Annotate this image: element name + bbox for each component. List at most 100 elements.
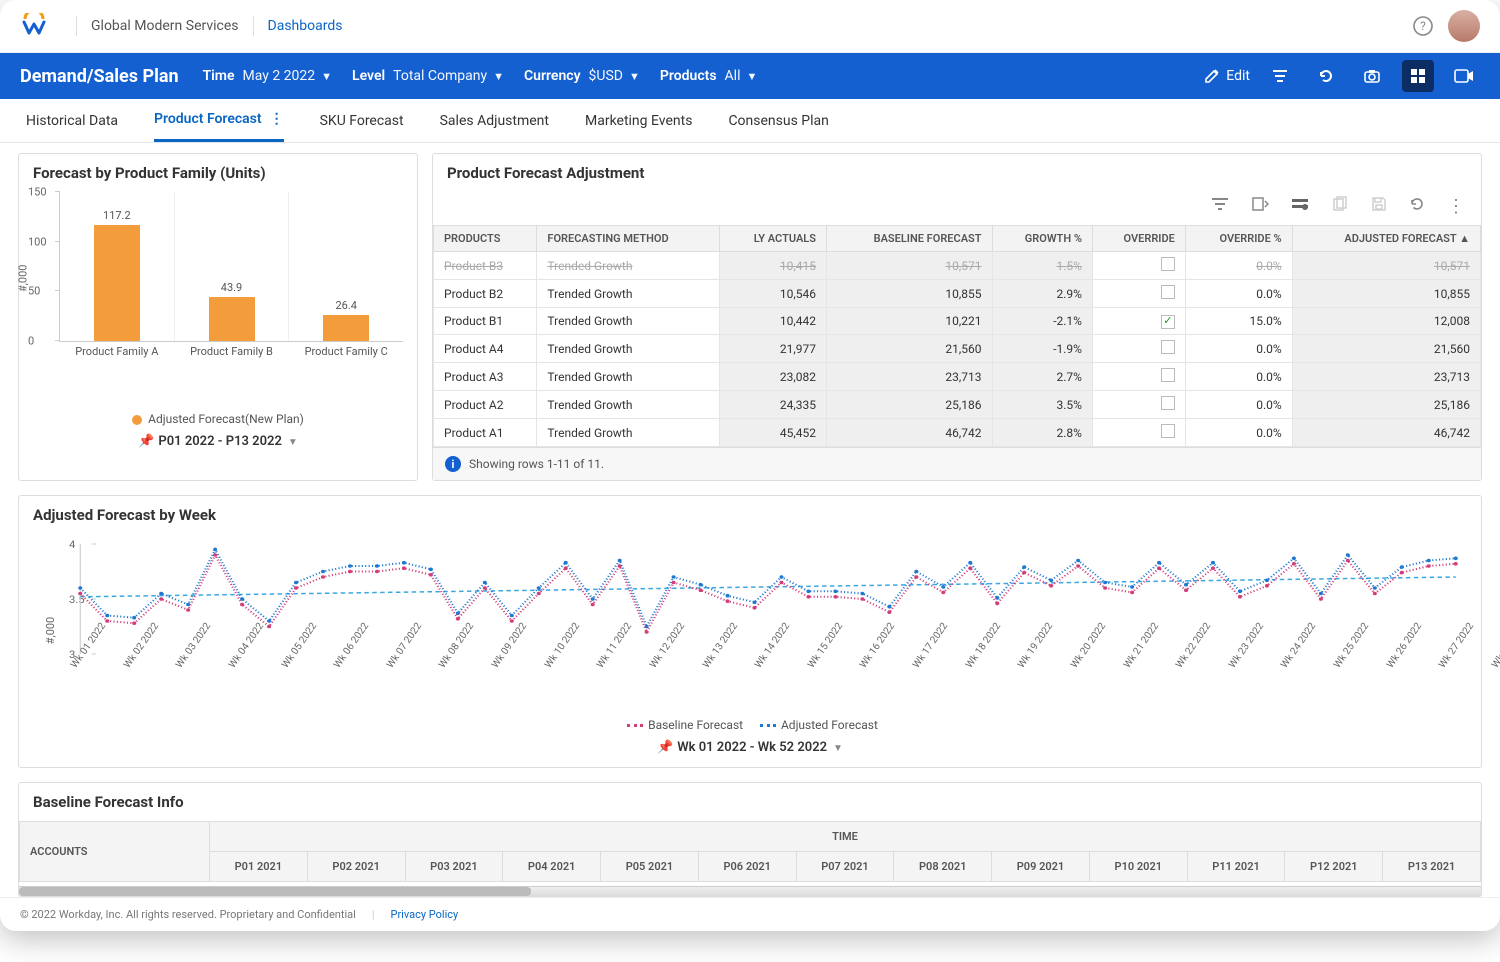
- override-checkbox[interactable]: [1161, 424, 1175, 438]
- table-row[interactable]: Product B2Trended Growth10,54610,8552.9%…: [434, 280, 1481, 308]
- period-header[interactable]: P05 2021: [601, 852, 699, 882]
- column-header[interactable]: OVERRIDE: [1092, 226, 1185, 252]
- adjustment-table[interactable]: PRODUCTSFORECASTING METHODLY ACTUALSBASE…: [433, 225, 1481, 447]
- filter-level-value[interactable]: Total Company: [393, 68, 487, 84]
- tab-marketing-events[interactable]: Marketing Events: [585, 99, 692, 142]
- bar-column[interactable]: 43.9Product Family B: [175, 192, 290, 341]
- svg-text:4: 4: [69, 539, 75, 551]
- column-header[interactable]: ADJUSTED FORECAST ▲: [1292, 226, 1480, 252]
- override-checkbox[interactable]: [1161, 285, 1175, 299]
- tab-sales-adjustment[interactable]: Sales Adjustment: [440, 99, 549, 142]
- table-settings-icon[interactable]: [1291, 196, 1309, 217]
- period-header[interactable]: P06 2021: [698, 852, 796, 882]
- period-header[interactable]: P09 2021: [992, 852, 1090, 882]
- filter-time-label: Time: [203, 68, 235, 84]
- refresh-icon[interactable]: [1310, 60, 1342, 92]
- period-header[interactable]: P12 2021: [1285, 852, 1383, 882]
- table-row[interactable]: Product B3Trended Growth10,41510,5711.5%…: [434, 252, 1481, 280]
- avatar[interactable]: [1448, 10, 1480, 42]
- chevron-down-icon[interactable]: ▼: [746, 70, 757, 83]
- tab-more-icon[interactable]: ⋮: [270, 111, 284, 127]
- svg-text:?: ?: [1420, 19, 1426, 33]
- dashboards-link[interactable]: Dashboards: [268, 18, 343, 34]
- bar-legend: Adjusted Forecast(New Plan): [19, 412, 417, 426]
- column-header[interactable]: FORECASTING METHOD: [537, 226, 720, 252]
- table-copy-icon[interactable]: [1331, 196, 1349, 217]
- table-row[interactable]: Product A4Trended Growth21,97721,560-1.9…: [434, 335, 1481, 363]
- override-checkbox[interactable]: [1161, 257, 1175, 271]
- bar-chart: 050100150117.2Product Family A43.9Produc…: [59, 192, 403, 342]
- filter-level-label: Level: [352, 68, 385, 84]
- edit-label: Edit: [1226, 68, 1250, 84]
- grid-view-icon[interactable]: [1402, 60, 1434, 92]
- page-title: Demand/Sales Plan: [20, 66, 179, 87]
- period-header[interactable]: P10 2021: [1089, 852, 1187, 882]
- period-header[interactable]: P13 2021: [1383, 852, 1481, 882]
- bar-period[interactable]: P01 2022 - P13 2022: [158, 434, 282, 449]
- override-checkbox[interactable]: [1161, 340, 1175, 354]
- period-header[interactable]: P02 2021: [307, 852, 405, 882]
- weekly-forecast-title: Adjusted Forecast by Week: [19, 496, 1481, 534]
- table-row[interactable]: Product A3Trended Growth23,08223,7132.7%…: [434, 363, 1481, 391]
- filter-currency-value[interactable]: $USD: [589, 68, 623, 84]
- legend-baseline: Baseline Forecast: [648, 718, 743, 732]
- chevron-down-icon[interactable]: ▼: [629, 70, 640, 83]
- bar-column[interactable]: 117.2Product Family A: [60, 192, 175, 341]
- column-header[interactable]: BASELINE FORECAST: [826, 226, 992, 252]
- baseline-info-card: Baseline Forecast Info ACCOUNTSTIMEP01 2…: [18, 782, 1482, 897]
- app-logo[interactable]: [20, 12, 48, 40]
- column-header[interactable]: PRODUCTS: [434, 226, 537, 252]
- table-row[interactable]: Product B1Trended Growth10,44210,221-2.1…: [434, 308, 1481, 335]
- chevron-down-icon[interactable]: ▼: [833, 743, 843, 754]
- info-icon: i: [445, 456, 461, 472]
- baseline-info-table[interactable]: ACCOUNTSTIMEP01 2021P02 2021P03 2021P04 …: [19, 821, 1481, 882]
- table-row[interactable]: Product A2Trended Growth24,33525,1863.5%…: [434, 391, 1481, 419]
- copyright-text: © 2022 Workday, Inc. All rights reserved…: [20, 908, 356, 921]
- override-checkbox[interactable]: [1161, 315, 1175, 329]
- filter-time-value[interactable]: May 2 2022: [243, 68, 316, 84]
- tab-product-forecast[interactable]: Product Forecast⋮: [154, 99, 284, 142]
- tab-historical-data[interactable]: Historical Data: [26, 99, 118, 142]
- horizontal-scrollbar[interactable]: [19, 886, 1481, 896]
- chevron-down-icon[interactable]: ▼: [288, 437, 298, 448]
- forecast-family-title: Forecast by Product Family (Units): [19, 154, 417, 192]
- table-export-icon[interactable]: [1251, 196, 1269, 217]
- column-header[interactable]: OVERRIDE %: [1185, 226, 1292, 252]
- chevron-down-icon[interactable]: ▼: [493, 70, 504, 83]
- company-name: Global Modern Services: [91, 18, 239, 34]
- period-header[interactable]: P03 2021: [405, 852, 503, 882]
- table-save-icon[interactable]: [1371, 196, 1387, 217]
- privacy-link[interactable]: Privacy Policy: [391, 908, 459, 921]
- time-header: TIME: [210, 822, 1481, 852]
- tab-consensus-plan[interactable]: Consensus Plan: [728, 99, 828, 142]
- filter-icon[interactable]: [1264, 60, 1296, 92]
- present-icon[interactable]: [1448, 60, 1480, 92]
- adjustment-title: Product Forecast Adjustment: [433, 154, 1481, 192]
- pin-icon[interactable]: 📌: [657, 740, 673, 755]
- help-icon[interactable]: ?: [1412, 15, 1434, 37]
- bar-column[interactable]: 26.4Product Family C: [289, 192, 403, 341]
- edit-button[interactable]: Edit: [1204, 68, 1250, 84]
- period-header[interactable]: P07 2021: [796, 852, 894, 882]
- override-checkbox[interactable]: [1161, 368, 1175, 382]
- period-header[interactable]: P08 2021: [894, 852, 992, 882]
- forecast-family-card: Forecast by Product Family (Units) #,000…: [18, 153, 418, 481]
- camera-icon[interactable]: [1356, 60, 1388, 92]
- line-period[interactable]: Wk 01 2022 - Wk 52 2022: [677, 740, 827, 755]
- table-footer-text: Showing rows 1-11 of 11.: [469, 457, 604, 471]
- period-header[interactable]: P04 2021: [503, 852, 601, 882]
- table-filter-icon[interactable]: [1211, 196, 1229, 217]
- filter-products-value[interactable]: All: [725, 68, 741, 84]
- period-header[interactable]: P01 2021: [210, 852, 308, 882]
- table-refresh-icon[interactable]: [1409, 196, 1425, 217]
- override-checkbox[interactable]: [1161, 396, 1175, 410]
- period-header[interactable]: P11 2021: [1187, 852, 1285, 882]
- legend-adjusted: Adjusted Forecast: [781, 718, 878, 732]
- table-more-icon[interactable]: ⋮: [1447, 196, 1465, 217]
- column-header[interactable]: LY ACTUALS: [720, 226, 827, 252]
- chevron-down-icon[interactable]: ▼: [321, 70, 332, 83]
- table-row[interactable]: Product A1Trended Growth45,45246,7422.8%…: [434, 419, 1481, 447]
- pin-icon[interactable]: 📌: [138, 434, 154, 449]
- tab-sku-forecast[interactable]: SKU Forecast: [320, 99, 404, 142]
- column-header[interactable]: GROWTH %: [992, 226, 1092, 252]
